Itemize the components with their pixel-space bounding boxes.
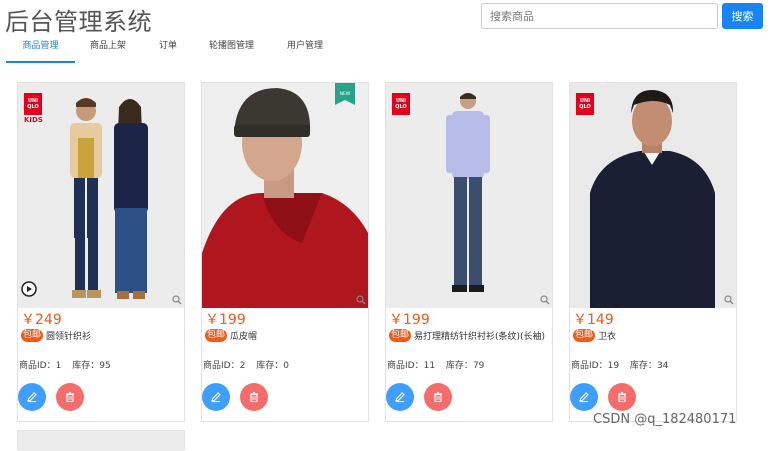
product-name: 易打理精纺针织衬衫(条纹)(长袖) bbox=[414, 332, 546, 342]
trash-icon bbox=[618, 391, 626, 403]
product-name: 卫衣 bbox=[598, 332, 617, 342]
pencil-icon bbox=[395, 392, 405, 403]
pencil-icon bbox=[579, 392, 589, 403]
play-icon[interactable] bbox=[21, 281, 37, 297]
product-id: 商品ID：11 bbox=[387, 361, 436, 371]
product-meta: 商品ID：1 库存：95 bbox=[19, 358, 119, 371]
product-id: 商品ID：2 bbox=[203, 361, 246, 371]
trash-icon bbox=[66, 391, 74, 403]
product-stock: 库存：0 bbox=[256, 361, 289, 371]
product-photo-sweater bbox=[570, 83, 736, 308]
search-input[interactable] bbox=[481, 3, 718, 29]
product-meta: 商品ID：2 库存：0 bbox=[203, 358, 297, 371]
product-image[interactable]: UNI QLO bbox=[386, 83, 552, 308]
delete-button[interactable] bbox=[608, 383, 636, 411]
edit-button[interactable] bbox=[570, 383, 598, 411]
product-card: UNI QLO ￥149 包邮 卫衣 商品ID：19 库存：34 bbox=[569, 82, 737, 422]
product-price: ￥149 bbox=[573, 312, 614, 328]
kids-label: KIDS bbox=[24, 116, 43, 124]
edit-button[interactable] bbox=[386, 383, 414, 411]
product-photo-kids bbox=[18, 83, 184, 308]
edit-button[interactable] bbox=[18, 383, 46, 411]
product-card-partial bbox=[17, 430, 185, 451]
tab-orders[interactable]: 订单 bbox=[159, 37, 177, 61]
product-stock: 库存：79 bbox=[445, 361, 485, 371]
uniqlo-logo: UNI QLO bbox=[576, 93, 594, 115]
product-card: UNI QLO ￥199 包邮 易打理精纺针织衬衫(条纹)(长袖) 商品ID：11… bbox=[385, 82, 553, 422]
pencil-icon bbox=[27, 392, 37, 403]
product-name: 瓜皮帽 bbox=[230, 332, 258, 342]
product-id: 商品ID：1 bbox=[19, 361, 62, 371]
product-meta: 商品ID：19 库存：34 bbox=[571, 358, 676, 371]
product-price: ￥249 bbox=[21, 312, 62, 328]
product-stock: 库存：95 bbox=[72, 361, 111, 371]
product-tags: 包邮 圆领针织衫 bbox=[21, 329, 91, 342]
product-price: ￥199 bbox=[389, 312, 430, 328]
free-shipping-badge: 包邮 bbox=[389, 329, 412, 342]
svg-text:NEW: NEW bbox=[340, 91, 351, 97]
free-shipping-badge: 包邮 bbox=[573, 329, 596, 342]
product-card: UNI QLO KIDS ￥249 包邮 圆领针织衫 商品ID：1 库存：95 bbox=[17, 82, 185, 422]
zoom-icon[interactable] bbox=[540, 295, 550, 305]
zoom-icon[interactable] bbox=[724, 295, 734, 305]
tab-product-listing[interactable]: 商品上架 bbox=[90, 37, 126, 61]
edit-button[interactable] bbox=[202, 383, 230, 411]
tab-user-management[interactable]: 用户管理 bbox=[287, 37, 323, 61]
product-price: ￥199 bbox=[205, 312, 246, 328]
product-image[interactable] bbox=[18, 431, 184, 451]
free-shipping-badge: 包邮 bbox=[205, 329, 228, 342]
delete-button[interactable] bbox=[56, 383, 84, 411]
product-tags: 包邮 易打理精纺针织衬衫(条纹)(长袖) bbox=[389, 329, 545, 342]
product-meta: 商品ID：11 库存：79 bbox=[387, 358, 492, 371]
product-card: NEW ￥199 包邮 瓜皮帽 商品ID：2 库存：0 bbox=[201, 82, 369, 422]
pencil-icon bbox=[211, 392, 221, 403]
tab-product-management[interactable]: 商品管理 bbox=[6, 37, 75, 63]
delete-button[interactable] bbox=[240, 383, 268, 411]
product-tags: 包邮 瓜皮帽 bbox=[205, 329, 257, 342]
trash-icon bbox=[434, 391, 442, 403]
delete-button[interactable] bbox=[424, 383, 452, 411]
app-title: 后台管理系统 bbox=[5, 8, 152, 36]
zoom-icon[interactable] bbox=[172, 295, 182, 305]
product-image[interactable]: UNI QLO bbox=[570, 83, 736, 308]
product-tags: 包邮 卫衣 bbox=[573, 329, 616, 342]
watermark: CSDN @q_182480171 bbox=[593, 412, 737, 427]
search-button[interactable]: 搜索 bbox=[722, 3, 763, 29]
tab-carousel-management[interactable]: 轮播图管理 bbox=[209, 37, 254, 61]
uniqlo-logo: UNI QLO bbox=[392, 93, 410, 115]
product-name: 圆领针织衫 bbox=[46, 332, 92, 342]
product-image[interactable]: NEW bbox=[202, 83, 368, 308]
product-stock: 库存：34 bbox=[629, 361, 669, 371]
product-image[interactable]: UNI QLO KIDS bbox=[18, 83, 184, 308]
free-shipping-badge: 包邮 bbox=[21, 329, 44, 342]
uniqlo-logo: UNI QLO bbox=[24, 93, 42, 115]
product-id: 商品ID：19 bbox=[571, 361, 620, 371]
trash-icon bbox=[250, 391, 258, 403]
zoom-icon[interactable] bbox=[356, 295, 366, 305]
product-photo-beanie: NEW bbox=[202, 83, 368, 308]
product-photo-shirt bbox=[386, 83, 552, 308]
